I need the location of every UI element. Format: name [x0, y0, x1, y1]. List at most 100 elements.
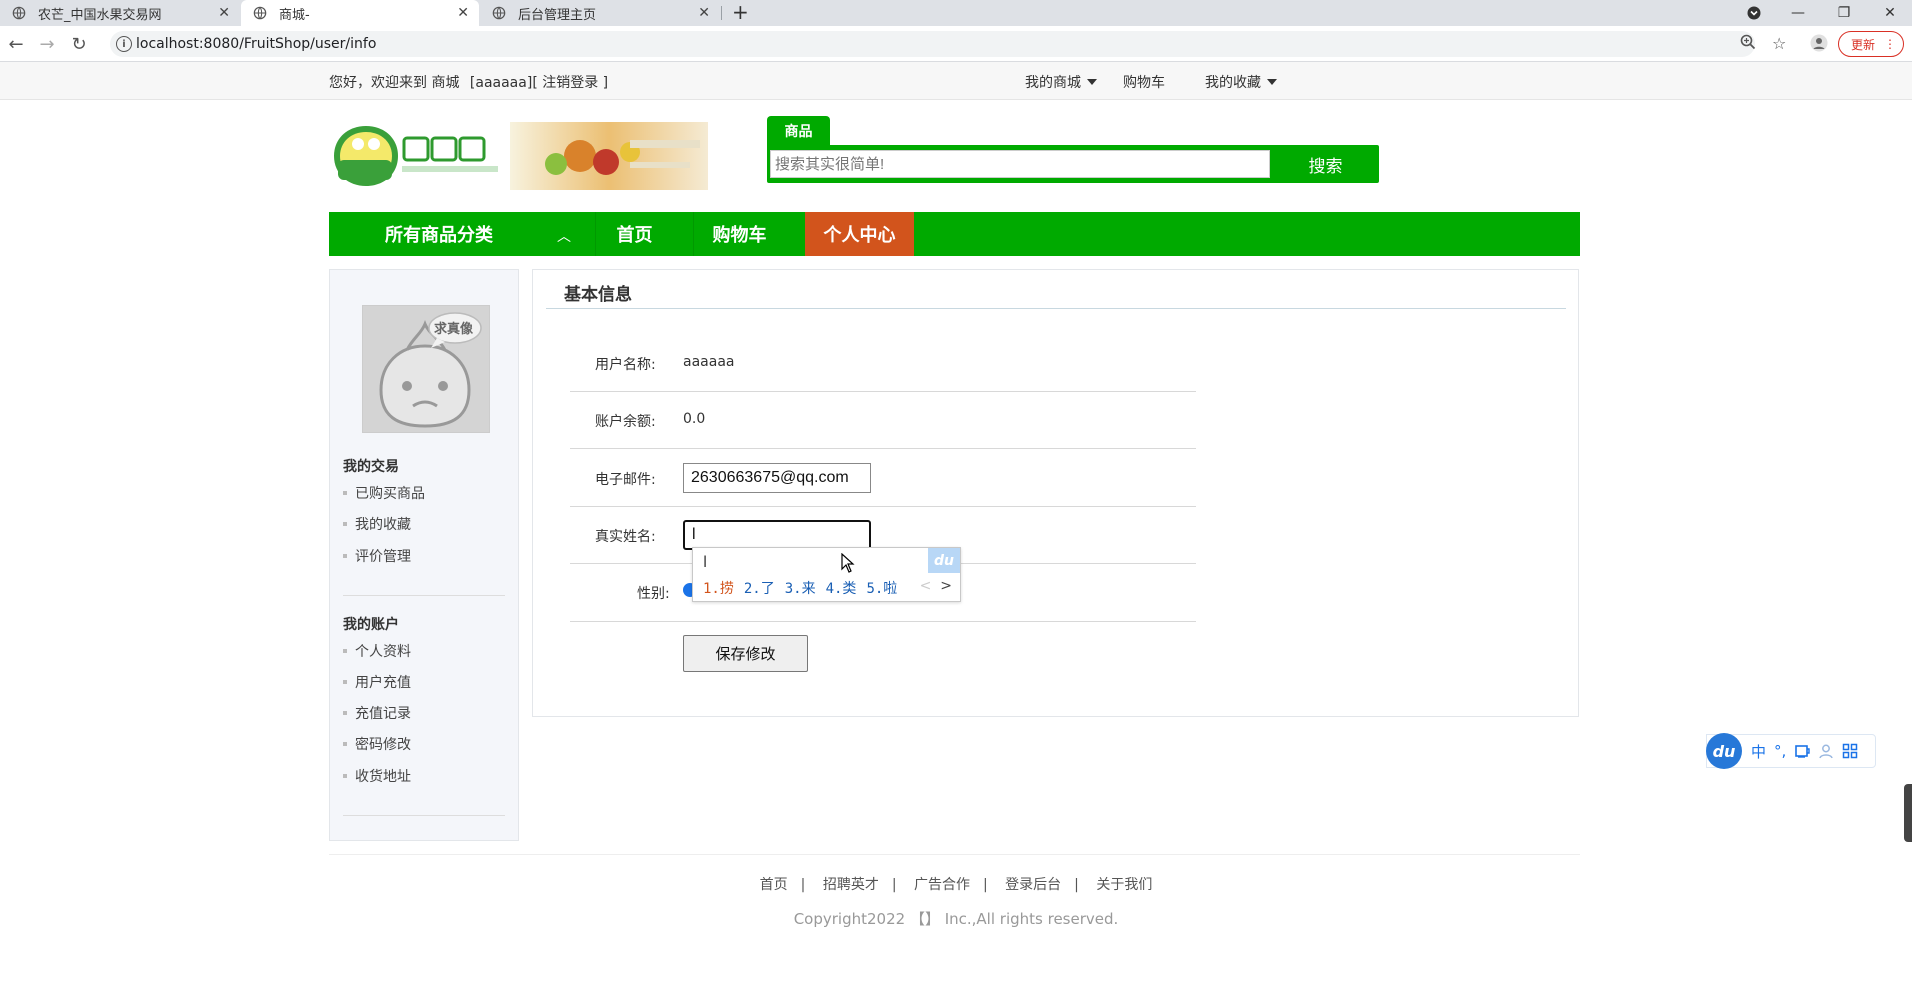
ime-candidate[interactable]: 1.捞: [703, 578, 734, 598]
browser-tab-2[interactable]: 商城- ✕: [241, 0, 479, 26]
copyright: Copyright2022 【】 Inc.,All rights reserve…: [793, 910, 1119, 928]
bullet-icon: [343, 649, 347, 653]
chevron-left-icon[interactable]: <: [920, 578, 932, 594]
zoom-icon[interactable]: [1740, 34, 1756, 50]
baidu-ime-logo-icon[interactable]: du: [1706, 733, 1742, 769]
search-button[interactable]: 搜索: [1272, 145, 1379, 183]
browser-tab-strip: 农芒_中国水果交易网 ✕ 商城- ✕ 后台管理主页 ✕ + — ❐ ✕: [0, 0, 1912, 26]
avatar-badge: 求真像: [434, 322, 474, 337]
cart-link[interactable]: 购物车: [1123, 72, 1165, 92]
footer-link-home[interactable]: 首页: [760, 877, 788, 893]
realname-field[interactable]: l: [683, 520, 871, 550]
nav-home[interactable]: 首页: [595, 212, 673, 256]
ime-punct-toggle[interactable]: °,: [1774, 742, 1786, 760]
sidebar-item-recharge[interactable]: 用户充值: [343, 672, 411, 692]
footer-divider: [329, 854, 1580, 855]
restore-icon[interactable]: ❐: [1826, 0, 1862, 26]
realname-label: 真实姓名:: [595, 529, 656, 545]
ime-candidate[interactable]: 2.了: [744, 578, 775, 598]
address-bar-row: ← → ↻ i localhost:8080/FruitShop/user/in…: [0, 26, 1912, 62]
sidebar-item-password[interactable]: 密码修改: [343, 734, 411, 754]
logout-link[interactable]: [ 注销登录 ]: [532, 75, 608, 91]
bookmark-star-icon[interactable]: ☆: [1772, 34, 1786, 53]
site-info-icon[interactable]: i: [116, 36, 132, 52]
welcome-text: 您好，欢迎来到 商城 [aaaaaa][ 注销登录 ]: [329, 72, 608, 92]
row-divider: [570, 506, 1196, 507]
caret-down-icon: [1267, 79, 1277, 85]
minimize-icon[interactable]: —: [1780, 0, 1816, 26]
ime-candidate[interactable]: 4.类: [826, 578, 857, 598]
ime-candidate[interactable]: 5.啦: [866, 578, 897, 598]
ime-toolbar: du 中 °,: [1706, 733, 1876, 769]
sidebar-item-recharge-history[interactable]: 充值记录: [343, 703, 411, 723]
mouse-cursor-icon: [841, 553, 855, 573]
edge-handle[interactable]: [1904, 784, 1912, 842]
favorites-menu[interactable]: 我的收藏: [1205, 72, 1277, 92]
tab-search-icon[interactable]: [1736, 0, 1772, 26]
browser-tab-1[interactable]: 农芒_中国水果交易网 ✕: [0, 0, 240, 26]
profile-icon[interactable]: [1810, 34, 1828, 52]
my-mall-menu[interactable]: 我的商城: [1025, 72, 1097, 92]
sidebar-item-label: 评价管理: [355, 549, 411, 565]
footer-link-careers[interactable]: 招聘英才: [823, 877, 879, 893]
nav-profile-center[interactable]: 个人中心: [805, 212, 914, 256]
sidebar-item-label: 充值记录: [355, 706, 411, 722]
email-label: 电子邮件:: [595, 472, 656, 488]
sidebar-divider: [343, 815, 505, 816]
username-label: 用户名称:: [595, 357, 656, 373]
ime-mode-toggle[interactable]: 中: [1751, 741, 1766, 762]
ime-pager[interactable]: < >: [920, 578, 952, 594]
footer-link-ads[interactable]: 广告合作: [914, 877, 970, 893]
chevron-up-icon[interactable]: ︿: [557, 226, 571, 246]
caret-down-icon: [1087, 79, 1097, 85]
sidebar-item-label: 用户充值: [355, 675, 411, 691]
bullet-icon: [343, 554, 347, 558]
username-value: aaaaaa: [683, 354, 735, 370]
footer-link-admin-login[interactable]: 登录后台: [1005, 877, 1061, 893]
user-icon[interactable]: [1818, 743, 1834, 759]
nav-cart[interactable]: 购物车: [693, 212, 785, 256]
url-field[interactable]: i localhost:8080/FruitShop/user/info: [110, 31, 1755, 57]
balance-value: 0.0: [683, 411, 706, 427]
sidebar-item-purchased[interactable]: 已购买商品: [343, 483, 425, 503]
grid-menu-icon[interactable]: [1842, 743, 1858, 759]
reload-icon[interactable]: ↻: [69, 34, 89, 55]
sidebar-item-profile[interactable]: 个人资料: [343, 641, 411, 661]
search-category-tab[interactable]: 商品: [767, 116, 830, 146]
save-button[interactable]: 保存修改: [683, 635, 808, 672]
url-text: localhost:8080/FruitShop/user/info: [136, 36, 377, 52]
email-field[interactable]: 2630663675@qq.com: [683, 463, 871, 493]
close-icon[interactable]: ✕: [218, 6, 230, 20]
panel-title: 基本信息: [564, 285, 632, 305]
browser-tab-3[interactable]: 后台管理主页 ✕: [480, 0, 720, 26]
search-input[interactable]: [770, 150, 1270, 178]
close-icon[interactable]: ✕: [698, 6, 710, 20]
close-icon[interactable]: ✕: [457, 6, 469, 20]
new-tab-icon[interactable]: +: [732, 2, 749, 22]
sidebar-item-label: 收货地址: [355, 769, 411, 785]
window-close-icon[interactable]: ✕: [1872, 0, 1908, 26]
favorites-label: 我的收藏: [1205, 75, 1261, 91]
sidebar-item-favorites[interactable]: 我的收藏: [343, 514, 411, 534]
footer-link-about[interactable]: 关于我们: [1096, 877, 1152, 893]
bullet-icon: [343, 742, 347, 746]
basic-info-panel: 基本信息 用户名称: aaaaaa 账户余额: 0.0 电子邮件: 263066…: [532, 269, 1579, 717]
user-tag: [aaaaaa]: [469, 75, 533, 91]
avatar[interactable]: 求真像: [362, 305, 490, 433]
row-divider: [570, 621, 1196, 622]
sidebar-item-address[interactable]: 收货地址: [343, 766, 411, 786]
update-button[interactable]: 更新 ⋮: [1838, 31, 1904, 57]
site-logo[interactable]: [330, 122, 708, 190]
globe-icon: [12, 6, 26, 20]
sidebar-item-reviews[interactable]: 评价管理: [343, 546, 411, 566]
forward-icon[interactable]: →: [37, 34, 57, 55]
nav-all-categories[interactable]: 所有商品分类: [329, 212, 549, 256]
panel-divider: [546, 308, 1566, 309]
back-icon[interactable]: ←: [6, 34, 26, 55]
sidebar-item-label: 我的收藏: [355, 517, 411, 533]
chevron-right-icon[interactable]: >: [940, 578, 952, 594]
ime-candidate[interactable]: 3.来: [785, 578, 816, 598]
sidebar-item-label: 个人资料: [355, 644, 411, 660]
cart-label: 购物车: [1123, 75, 1165, 91]
soft-keyboard-icon[interactable]: [1794, 743, 1810, 759]
